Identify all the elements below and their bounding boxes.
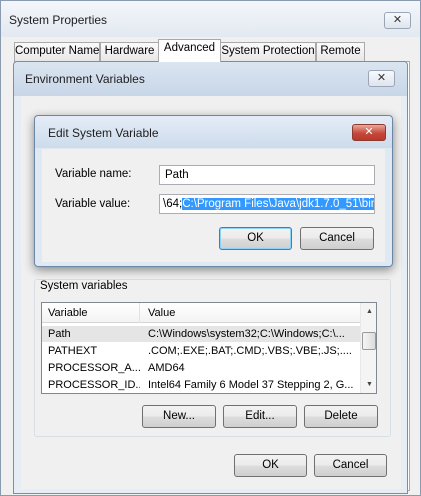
column-header-value[interactable]: Value [142,303,360,323]
cell-variable: Path [48,328,71,340]
cell-value: Intel64 Family 6 Model 37 Stepping 2, G.… [148,379,354,391]
table-row[interactable]: PATHEXT .COM;.EXE;.BAT;.CMD;.VBS;.VBE;.J… [42,343,360,359]
variable-name-field[interactable]: Path [159,165,375,185]
scroll-down-icon[interactable]: ▼ [361,376,376,393]
table-row[interactable]: PROCESSOR_A... AMD64 [42,360,360,376]
system-variables-label: System variables [40,280,128,292]
table-row[interactable]: Path C:\Windows\system32;C:\Windows;C:\.… [42,326,360,342]
cell-variable: PROCESSOR_ID... [48,379,140,391]
new-button[interactable]: New... [142,405,216,428]
close-icon[interactable]: ✕ [352,124,386,141]
system-properties-titlebar[interactable]: System Properties ✕ [1,1,420,37]
dialog-title: Edit System Variable [48,126,159,140]
edit-dialog-client: Variable name: Path Variable value: \64;… [42,149,385,262]
list-header: Variable Value [42,303,360,323]
variable-value-label: Variable value: [55,198,131,210]
delete-button[interactable]: Delete [304,405,378,428]
scrollbar-thumb[interactable] [362,332,376,350]
close-icon[interactable]: ✕ [368,70,395,87]
close-icon[interactable]: ✕ [384,12,411,29]
scroll-up-icon[interactable]: ▲ [361,303,376,320]
tab-remote[interactable]: Remote [316,42,365,61]
environment-variables-titlebar[interactable]: Environment Variables ✕ [14,62,407,96]
cell-value: AMD64 [148,362,185,374]
window-title: Environment Variables [25,72,145,86]
value-selected-text: C:\Program Files\Java\jdk1.7.0_51\bin [182,198,374,210]
env-cancel-button[interactable]: Cancel [314,454,387,477]
column-header-variable[interactable]: Variable [42,303,140,323]
env-ok-button[interactable]: OK [234,454,307,477]
tab-computer-name[interactable]: Computer Name [14,42,100,61]
vertical-scrollbar[interactable]: ▲ ▼ [360,303,376,393]
tab-advanced[interactable]: Advanced [158,39,221,62]
tab-system-protection[interactable]: System Protection [220,42,316,61]
cell-value: .COM;.EXE;.BAT;.CMD;.VBS;.VBE;.JS;.... [148,345,352,357]
edit-dialog-titlebar[interactable]: Edit System Variable ✕ [35,116,392,148]
edit-system-variable-dialog: Edit System Variable ✕ Variable name: Pa… [34,115,393,267]
cell-value: C:\Windows\system32;C:\Windows;C:\... [148,328,345,340]
cell-variable: PATHEXT [48,345,98,357]
edit-ok-button[interactable]: OK [219,227,292,250]
variable-name-label: Variable name: [55,168,132,180]
system-variables-list[interactable]: Variable Value Path C:\Windows\system32;… [41,302,377,394]
cell-variable: PROCESSOR_A... [48,362,140,374]
edit-button[interactable]: Edit... [223,405,297,428]
tab-hardware[interactable]: Hardware [100,42,159,61]
edit-cancel-button[interactable]: Cancel [300,227,374,250]
window-title: System Properties [9,13,108,27]
table-row[interactable]: PROCESSOR_ID... Intel64 Family 6 Model 3… [42,377,360,393]
value-prefix-text: \64; [163,198,183,210]
variable-value-field[interactable]: \64;C:\Program Files\Java\jdk1.7.0_51\bi… [159,194,375,214]
